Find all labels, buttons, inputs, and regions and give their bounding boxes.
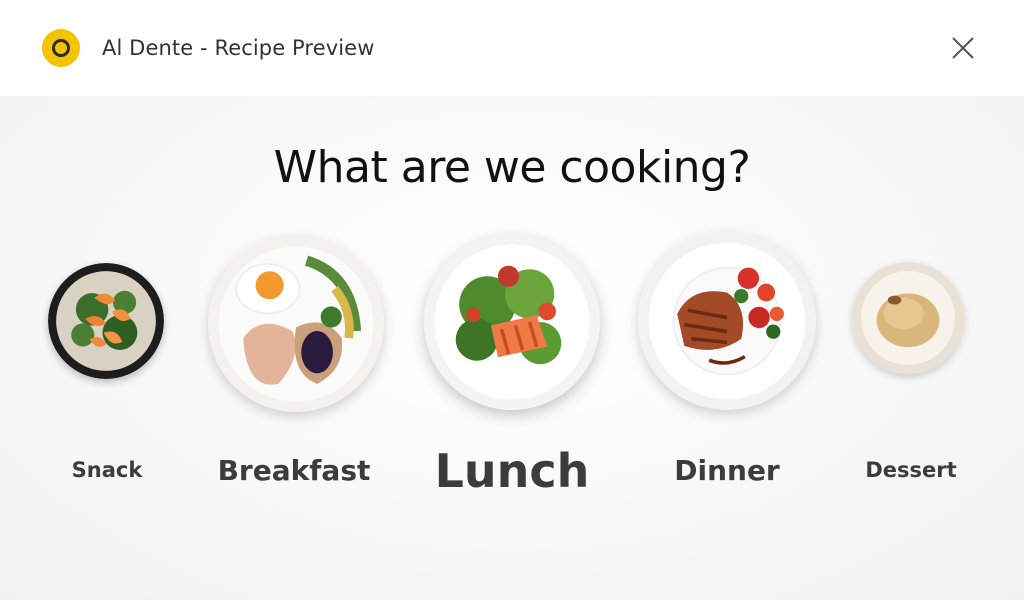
snack-image[interactable] — [48, 263, 164, 379]
category-label-dinner[interactable]: Dinner — [656, 454, 798, 487]
category-label-breakfast[interactable]: Breakfast — [214, 454, 374, 487]
category-snack[interactable] — [0, 96, 1, 97]
ring-logo-icon — [42, 29, 80, 67]
title-bar: Al Dente - Recipe Preview — [0, 0, 1024, 96]
dinner-image[interactable] — [638, 232, 816, 410]
category-label-snack[interactable]: Snack — [56, 458, 158, 482]
page-heading: What are we cooking? — [273, 142, 751, 193]
category-label-dessert[interactable]: Dessert — [856, 458, 966, 482]
lunch-image[interactable] — [424, 234, 600, 410]
close-icon — [952, 37, 974, 59]
breakfast-image[interactable] — [208, 236, 384, 412]
window-title: Al Dente - Recipe Preview — [102, 36, 375, 60]
dessert-image[interactable] — [852, 262, 964, 374]
category-label-lunch[interactable]: Lunch — [412, 444, 612, 498]
close-button[interactable] — [949, 34, 977, 62]
main-content: What are we cooking? Snack Breakfast Lun… — [0, 96, 1024, 600]
